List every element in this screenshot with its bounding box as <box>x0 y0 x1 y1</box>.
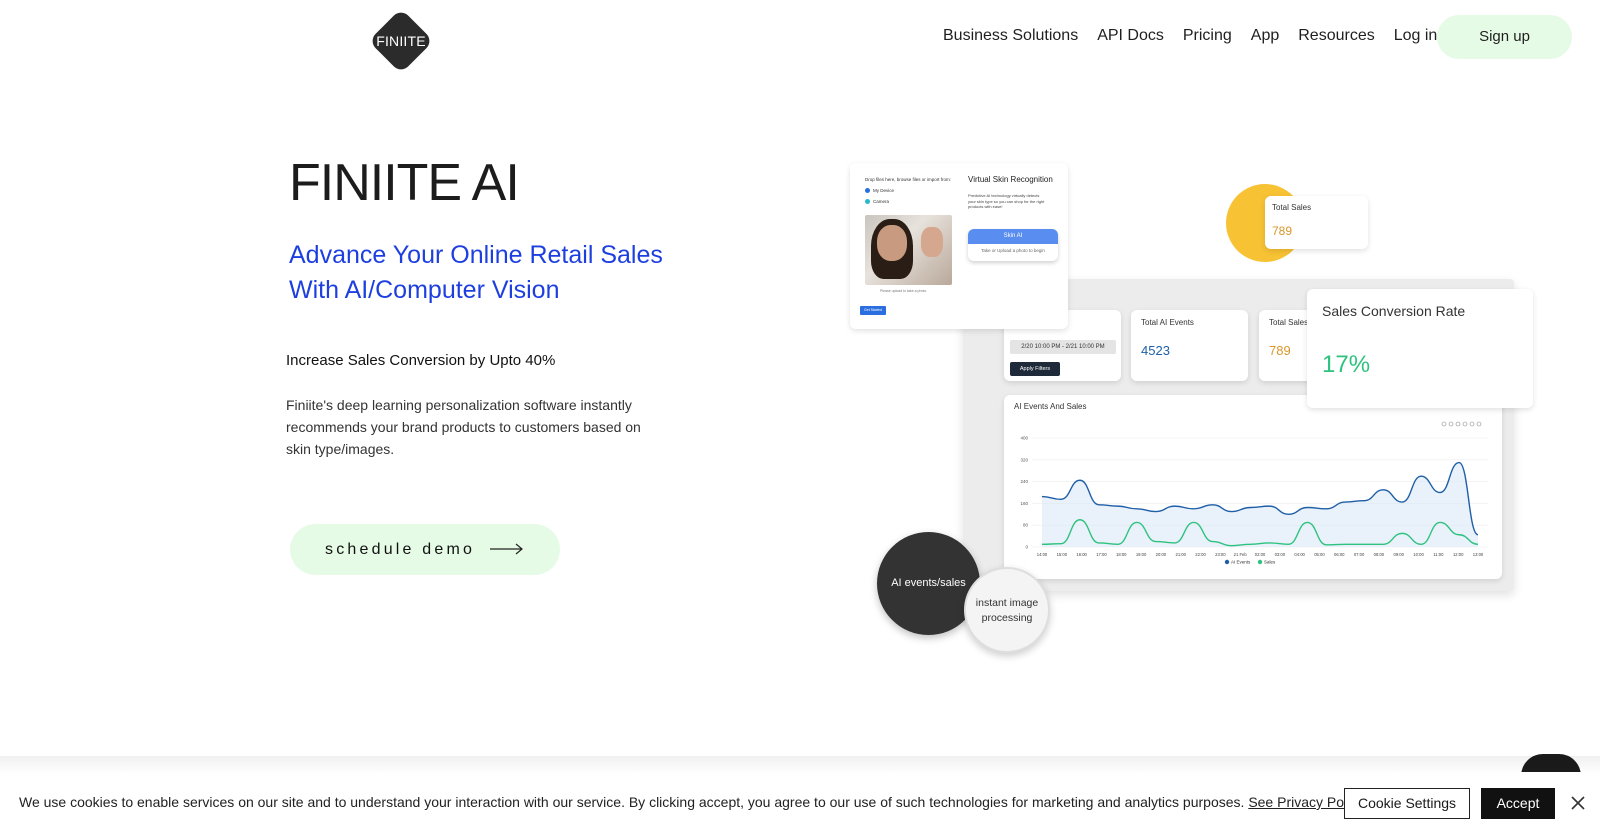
y-tick-label: 240 <box>1020 479 1028 484</box>
customer-photo <box>865 215 952 285</box>
option-device: My Device <box>865 188 895 194</box>
x-tick-label: 21 Feb <box>1234 552 1248 557</box>
hero-description: Finiite's deep learning personalization … <box>286 397 641 457</box>
option-camera: Camera <box>865 199 890 205</box>
x-tick-label: 05:00 <box>1314 552 1325 557</box>
cookie-text: We use cookies to enable services on our… <box>19 794 1364 810</box>
hero-subtitle: Advance Your Online Retail Sales With AI… <box>289 238 709 308</box>
skin-ai-label: Skin AI <box>968 229 1058 244</box>
signup-button[interactable]: Sign up <box>1437 15 1572 59</box>
badge-line1: instant image <box>975 597 1039 609</box>
x-tick-label: 07:00 <box>1354 552 1365 557</box>
accept-cookies-button[interactable]: Accept <box>1481 788 1555 819</box>
x-tick-label: 06:00 <box>1334 552 1345 557</box>
x-tick-label: 16:00 <box>1076 552 1087 557</box>
nav-pricing[interactable]: Pricing <box>1183 24 1232 48</box>
legend-label: AI Events <box>1231 560 1251 565</box>
ai-events-label: Total AI Events <box>1141 318 1194 327</box>
chart-toolbar-icon <box>1476 421 1482 427</box>
nav-app[interactable]: App <box>1251 24 1279 48</box>
nav-login[interactable]: Log in <box>1394 24 1438 48</box>
apply-filters-button: Apply Filters <box>1010 362 1060 376</box>
hero-title: FINIITE AI <box>289 154 520 212</box>
logo[interactable]: FINIITE <box>368 8 434 74</box>
legend-marker <box>1224 559 1230 565</box>
nav-api-docs[interactable]: API Docs <box>1097 24 1164 48</box>
total-sales-floating-value: 789 <box>1272 224 1293 238</box>
x-tick-label: 12:00 <box>1453 552 1464 557</box>
virtual-skin-recognition-card: Drop files here, browse files or import … <box>850 163 1068 329</box>
chart-toolbar-icon <box>1448 421 1454 427</box>
x-tick-label: 15:00 <box>1057 552 1068 557</box>
total-sales-label: Total Sales <box>1269 318 1309 327</box>
x-tick-label: 19:00 <box>1136 552 1147 557</box>
skin-card-title: Virtual Skin Recognition <box>968 175 1053 184</box>
main-nav: Business Solutions API Docs Pricing App … <box>943 24 1456 48</box>
legend-marker <box>1257 559 1263 565</box>
total-sales-value: 789 <box>1269 343 1291 358</box>
chart-toolbar-icon <box>1462 421 1468 427</box>
y-tick-label: 400 <box>1020 436 1028 441</box>
logo-text: FINIITE <box>376 33 426 49</box>
skin-ai-hint: Take or Upload a photo to begin <box>981 248 1045 253</box>
x-tick-label: 02:00 <box>1255 552 1266 557</box>
chart-toolbar-icon <box>1441 421 1447 427</box>
nav-business-solutions[interactable]: Business Solutions <box>943 24 1078 48</box>
hero-subtitle-line2: With AI/Computer Vision <box>289 276 560 304</box>
y-tick-label: 80 <box>1023 523 1029 528</box>
legend-label: Sales <box>1264 560 1276 565</box>
x-tick-label: 08:00 <box>1374 552 1385 557</box>
x-tick-label: 04:00 <box>1294 552 1305 557</box>
nav-resources[interactable]: Resources <box>1298 24 1374 48</box>
sales-conversion-rate-card: Sales Conversion Rate 17% <box>1307 289 1533 408</box>
photo-caption: Please upload to take a photo <box>880 289 927 293</box>
ai-events-value: 4523 <box>1141 343 1170 358</box>
x-tick-label: 17:00 <box>1096 552 1107 557</box>
ai-events-sales-chart-card: AI Events And Sales 0 80 160 240 320 400 14:00… <box>1004 395 1502 579</box>
skin-card-desc: Predictive AI technology virtually detec… <box>968 193 1045 209</box>
cookie-consent-bar: We use cookies to enable services on our… <box>0 772 1600 834</box>
chart-toolbar-icon <box>1469 421 1475 427</box>
upload-text: Drop files here, browse files or import … <box>865 177 952 182</box>
total-sales-floating-label: Total Sales <box>1272 203 1312 212</box>
get-started-button: Get Started <box>860 306 886 315</box>
hero-highlight: Increase Sales Conversion by Upto 40% <box>286 352 556 369</box>
x-tick-label: 21:00 <box>1175 552 1186 557</box>
y-tick-label: 160 <box>1020 501 1028 506</box>
x-tick-label: 11:00 <box>1433 552 1444 557</box>
total-sales-floating-card: Total Sales 789 <box>1265 196 1368 249</box>
schedule-demo-label: schedule demo <box>325 541 476 558</box>
x-tick-label: 13:00 <box>1473 552 1484 557</box>
photo-face <box>877 225 907 261</box>
option-device-label: My Device <box>873 188 895 193</box>
ai-events-sales-chart: 0 80 160 240 320 400 14:00 15:00 16:00 17:00 18:00… <box>1020 421 1488 565</box>
x-tick-label: 20:00 <box>1156 552 1167 557</box>
schedule-demo-button[interactable]: schedule demo <box>290 524 560 575</box>
arrow-right-icon <box>490 543 523 555</box>
photo-hand <box>921 227 943 257</box>
date-range: 2/20 10:00 PM - 2/21 10:00 PM <box>1010 340 1116 354</box>
y-tick-label: 320 <box>1020 457 1028 462</box>
x-tick-label: 10:00 <box>1413 552 1424 557</box>
chart-toolbar-icon <box>1455 421 1461 427</box>
x-tick-label: 23:00 <box>1215 552 1226 557</box>
badge-line2: processing <box>981 612 1033 624</box>
close-icon[interactable] <box>1567 792 1589 814</box>
x-tick-label: 09:00 <box>1393 552 1404 557</box>
y-tick-label: 0 <box>1025 545 1028 550</box>
x-tick-label: 14:00 <box>1037 552 1048 557</box>
x-tick-label: 22:00 <box>1195 552 1206 557</box>
sales-rate-label: Sales Conversion Rate <box>1322 303 1466 319</box>
ai-events-card: Total AI Events 4523 <box>1131 310 1248 381</box>
instant-image-processing-badge: instant image processing <box>964 567 1050 653</box>
sales-rate-value: 17% <box>1322 351 1371 378</box>
hero-subtitle-line1: Advance Your Online Retail Sales <box>289 241 663 269</box>
x-tick-label: 03:00 <box>1275 552 1286 557</box>
option-camera-label: Camera <box>873 199 890 204</box>
x-tick-label: 18:00 <box>1116 552 1127 557</box>
cookie-message: We use cookies to enable services on our… <box>19 794 1245 810</box>
skin-ai-button: Skin AI Take or Upload a photo to begin <box>968 229 1058 261</box>
cookie-settings-button[interactable]: Cookie Settings <box>1344 788 1470 819</box>
instant-image-processing-text: instant image processing <box>966 596 1048 626</box>
